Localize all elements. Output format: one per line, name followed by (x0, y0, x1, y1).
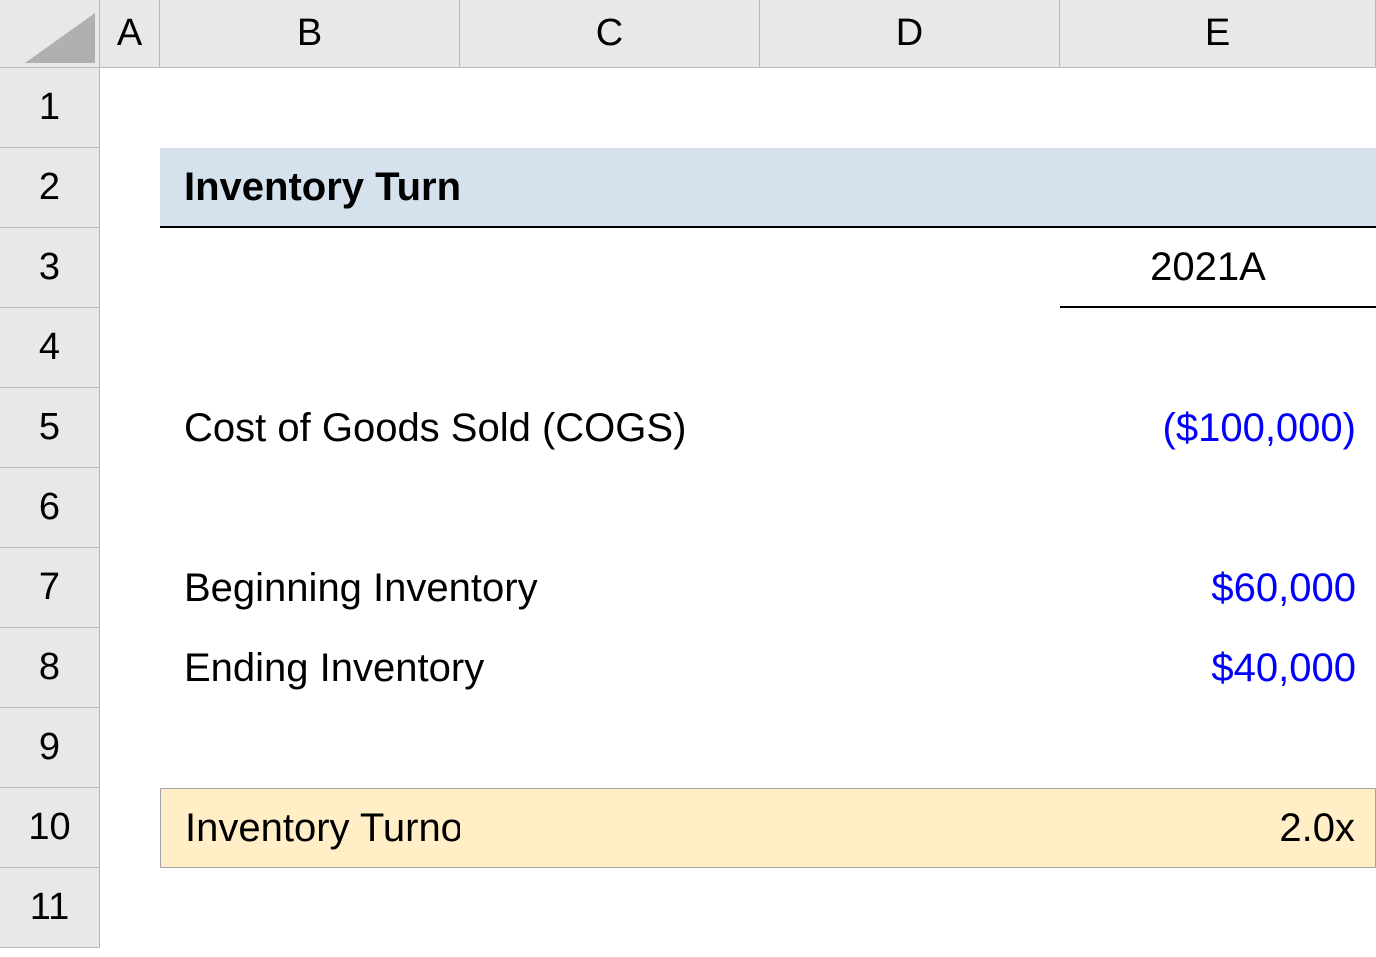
cell-C5[interactable] (460, 388, 760, 468)
spreadsheet-grid: A B C D E 1 2 Inventory Turnover 3 2021A… (0, 0, 1376, 957)
cell-A7[interactable] (100, 548, 160, 628)
cell-D7[interactable] (760, 548, 1060, 628)
col-header-D[interactable]: D (760, 0, 1060, 68)
cell-E2[interactable] (1060, 148, 1376, 228)
col-header-C[interactable]: C (460, 0, 760, 68)
row-header-10[interactable]: 10 (0, 788, 100, 868)
row-header-3[interactable]: 3 (0, 228, 100, 308)
cell-D6[interactable] (760, 468, 1060, 548)
cell-D9[interactable] (760, 708, 1060, 788)
row-header-4[interactable]: 4 (0, 308, 100, 388)
ending-inventory-label[interactable]: Ending Inventory (160, 628, 460, 708)
cell-B9[interactable] (160, 708, 460, 788)
cell-A4[interactable] (100, 308, 160, 388)
cell-C4[interactable] (460, 308, 760, 388)
ending-inventory-value[interactable]: $40,000 (1060, 628, 1376, 708)
row-header-5[interactable]: 5 (0, 388, 100, 468)
cell-B1[interactable] (160, 68, 460, 148)
row-header-1[interactable]: 1 (0, 68, 100, 148)
cell-A2[interactable] (100, 148, 160, 228)
cell-E1[interactable] (1060, 68, 1376, 148)
year-header[interactable]: 2021A (1060, 228, 1376, 308)
turnover-result-label[interactable]: Inventory Turnover (160, 788, 460, 868)
row-header-8[interactable]: 8 (0, 628, 100, 708)
beginning-inventory-label[interactable]: Beginning Inventory (160, 548, 460, 628)
cell-D2[interactable] (760, 148, 1060, 228)
cell-D5[interactable] (760, 388, 1060, 468)
row-header-6[interactable]: 6 (0, 468, 100, 548)
cell-A9[interactable] (100, 708, 160, 788)
cell-A8[interactable] (100, 628, 160, 708)
cell-D8[interactable] (760, 628, 1060, 708)
cell-C8[interactable] (460, 628, 760, 708)
cell-E6[interactable] (1060, 468, 1376, 548)
cell-C7[interactable] (460, 548, 760, 628)
cell-E4[interactable] (1060, 308, 1376, 388)
select-all-corner[interactable] (0, 0, 100, 68)
cell-B6[interactable] (160, 468, 460, 548)
cell-A5[interactable] (100, 388, 160, 468)
cell-D3[interactable] (760, 228, 1060, 308)
turnover-result-value[interactable]: 2.0x (1060, 788, 1376, 868)
cell-A6[interactable] (100, 468, 160, 548)
col-header-B[interactable]: B (160, 0, 460, 68)
cell-A10[interactable] (100, 788, 160, 868)
cell-E9[interactable] (1060, 708, 1376, 788)
cell-D4[interactable] (760, 308, 1060, 388)
cell-A11[interactable] (100, 868, 160, 948)
cogs-label[interactable]: Cost of Goods Sold (COGS) (160, 388, 460, 468)
cell-B3[interactable] (160, 228, 460, 308)
col-header-E[interactable]: E (1060, 0, 1376, 68)
cell-A1[interactable] (100, 68, 160, 148)
cell-C3[interactable] (460, 228, 760, 308)
cell-C1[interactable] (460, 68, 760, 148)
cell-C11[interactable] (460, 868, 760, 948)
beginning-inventory-value[interactable]: $60,000 (1060, 548, 1376, 628)
cell-A3[interactable] (100, 228, 160, 308)
cogs-value[interactable]: ($100,000) (1060, 388, 1376, 468)
row-header-9[interactable]: 9 (0, 708, 100, 788)
cell-C2[interactable] (460, 148, 760, 228)
cell-C6[interactable] (460, 468, 760, 548)
row-header-11[interactable]: 11 (0, 868, 100, 948)
title-cell[interactable]: Inventory Turnover (160, 148, 460, 228)
cell-D11[interactable] (760, 868, 1060, 948)
cell-C10[interactable] (460, 788, 760, 868)
row-header-7[interactable]: 7 (0, 548, 100, 628)
cell-C9[interactable] (460, 708, 760, 788)
row-header-2[interactable]: 2 (0, 148, 100, 228)
col-header-A[interactable]: A (100, 0, 160, 68)
cell-B4[interactable] (160, 308, 460, 388)
cell-B11[interactable] (160, 868, 460, 948)
cell-D1[interactable] (760, 68, 1060, 148)
cell-E11[interactable] (1060, 868, 1376, 948)
cell-D10[interactable] (760, 788, 1060, 868)
